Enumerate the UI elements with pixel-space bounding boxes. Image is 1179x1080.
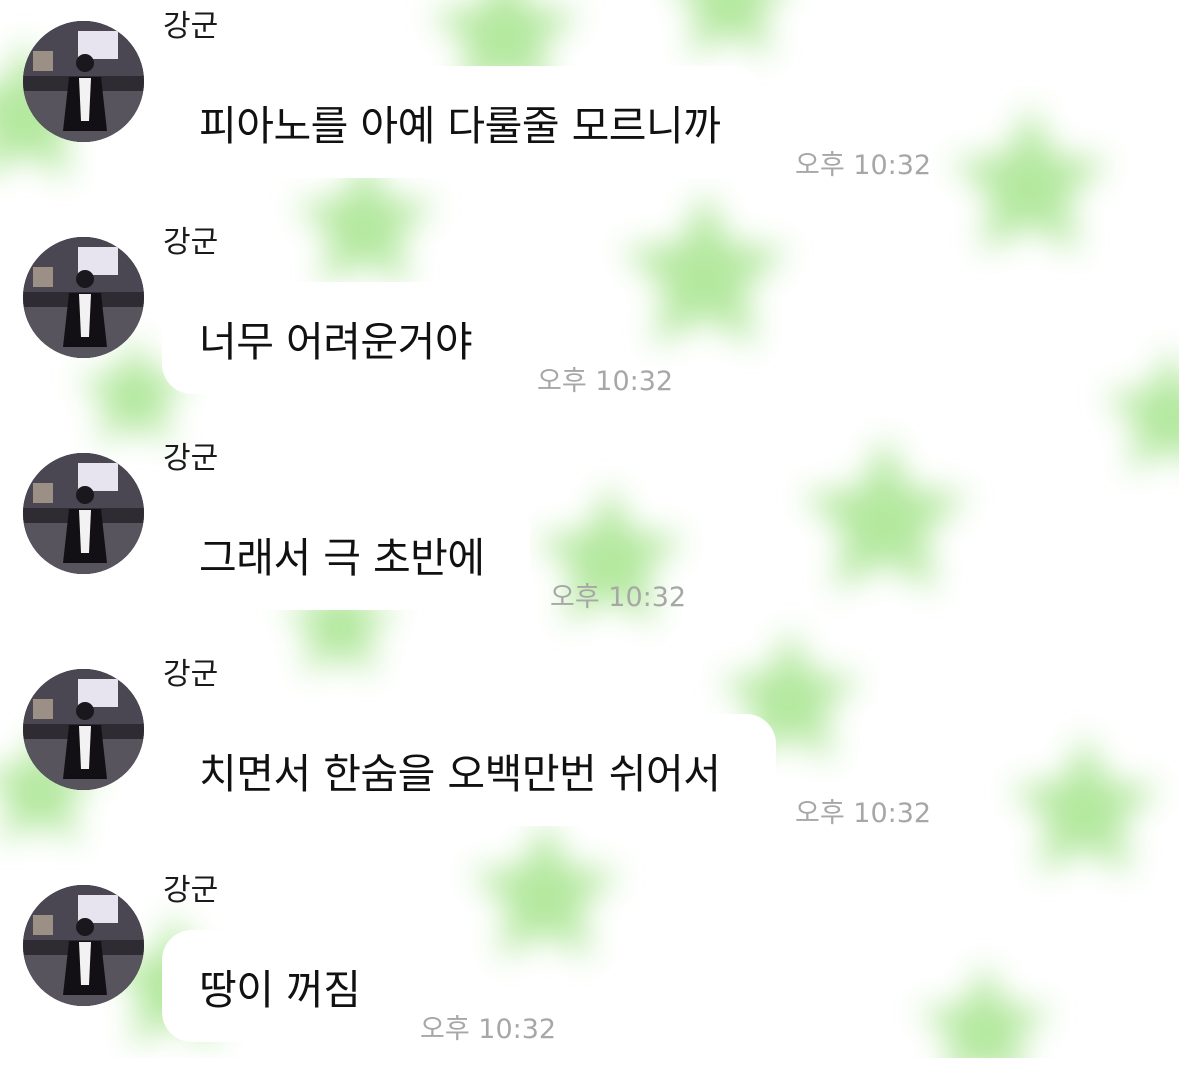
sender-avatar[interactable] <box>23 885 144 1006</box>
message-text: 땅이 꺼짐 <box>199 966 361 1014</box>
message-text: 너무 어려운거야 <box>199 318 473 366</box>
chat-message: 강군 그래서 극 초반에 오후 10:32 <box>0 432 1179 648</box>
profile-photo-icon <box>23 669 144 790</box>
message-timestamp: 오후 10:32 <box>420 1014 557 1045</box>
sender-avatar[interactable] <box>23 21 144 142</box>
sender-avatar[interactable] <box>23 669 144 790</box>
profile-photo-icon <box>23 21 144 142</box>
sender-name: 강군 <box>163 873 219 908</box>
message-text: 치면서 한숨을 오백만번 쉬어서 <box>199 750 721 798</box>
profile-photo-icon <box>23 237 144 358</box>
profile-photo-icon <box>23 885 144 1006</box>
sender-name: 강군 <box>163 657 219 692</box>
chat-message-list: 강군 피아노를 아예 다룰줄 모르니까 오후 10:32 강군 너무 어려운거야… <box>0 0 1179 1058</box>
sender-name: 강군 <box>163 9 219 44</box>
message-bubble[interactable]: 너무 어려운거야 <box>162 282 517 394</box>
chat-message: 강군 피아노를 아예 다룰줄 모르니까 오후 10:32 <box>0 0 1179 216</box>
chat-message: 강군 치면서 한숨을 오백만번 쉬어서 오후 10:32 <box>0 648 1179 864</box>
chat-message: 강군 땅이 꺼짐 오후 10:32 <box>0 864 1179 1080</box>
message-bubble[interactable]: 치면서 한숨을 오백만번 쉬어서 <box>162 714 776 826</box>
message-timestamp: 오후 10:32 <box>550 582 687 613</box>
message-bubble[interactable]: 땅이 꺼짐 <box>162 930 402 1042</box>
message-timestamp: 오후 10:32 <box>795 150 932 181</box>
sender-avatar[interactable] <box>23 237 144 358</box>
sender-name: 강군 <box>163 441 219 476</box>
message-bubble[interactable]: 피아노를 아예 다룰줄 모르니까 <box>162 66 762 178</box>
message-timestamp: 오후 10:32 <box>537 366 674 397</box>
chat-message: 강군 너무 어려운거야 오후 10:32 <box>0 216 1179 432</box>
message-text: 그래서 극 초반에 <box>199 534 485 582</box>
sender-name: 강군 <box>163 225 219 260</box>
profile-photo-icon <box>23 453 144 574</box>
message-timestamp: 오후 10:32 <box>795 798 932 829</box>
sender-avatar[interactable] <box>23 453 144 574</box>
message-text: 피아노를 아예 다룰줄 모르니까 <box>199 102 721 150</box>
message-bubble[interactable]: 그래서 극 초반에 <box>162 498 530 610</box>
